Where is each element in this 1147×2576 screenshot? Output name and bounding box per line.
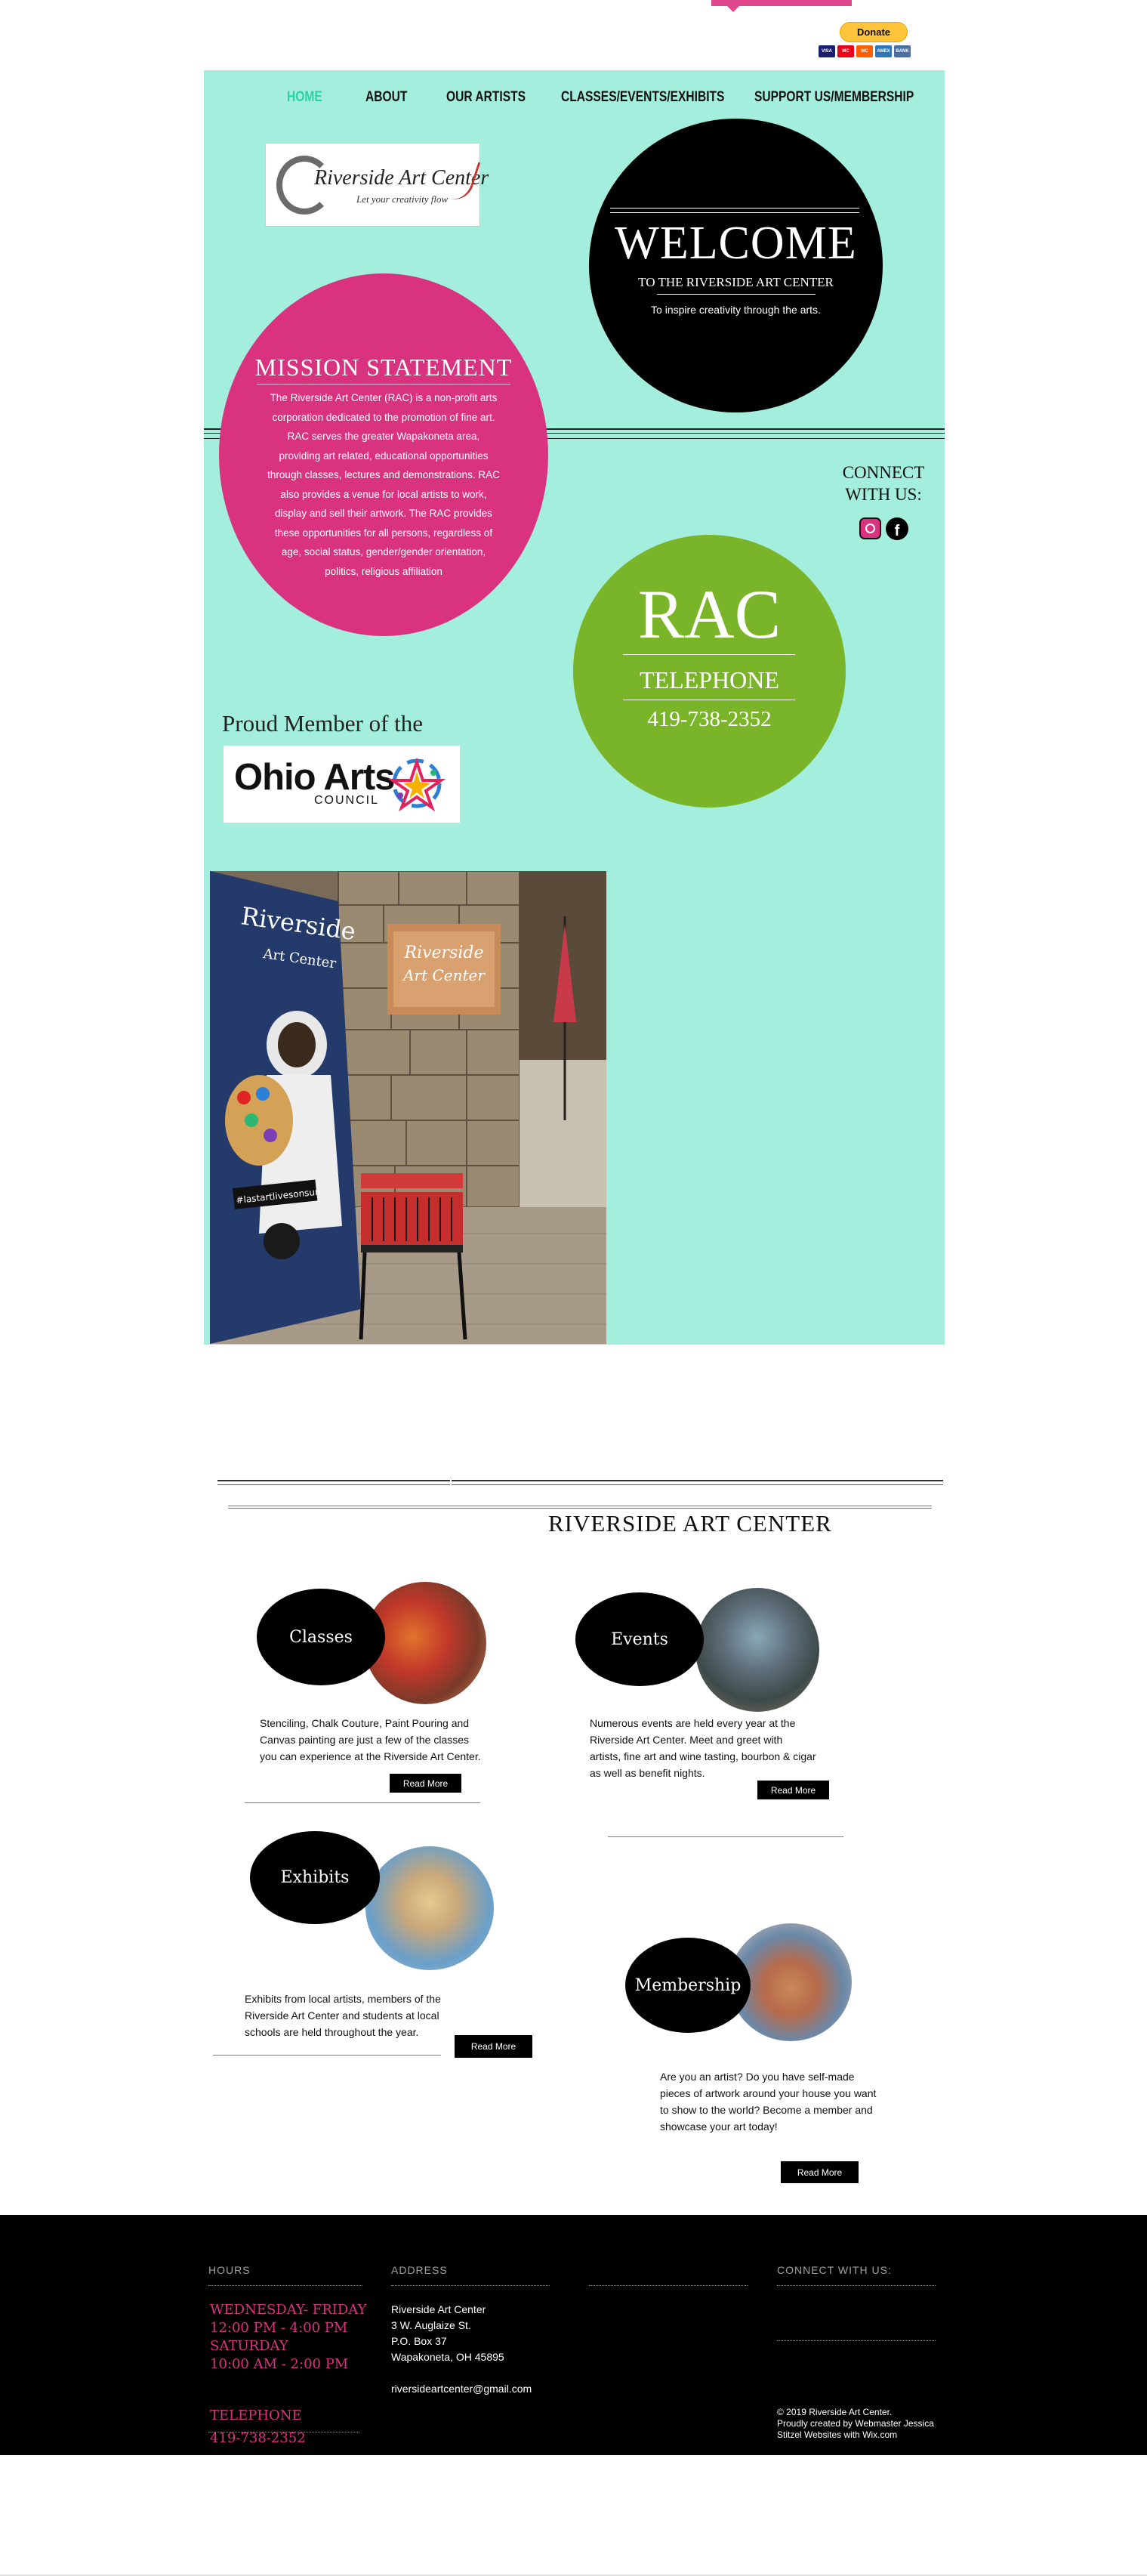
facebook-icon[interactable]: f	[886, 517, 908, 540]
oac-star-icon	[388, 757, 446, 812]
proud-member-text: Proud Member of the	[222, 710, 424, 737]
divider-line	[213, 2055, 441, 2056]
top-pink-tab-pointer	[727, 6, 739, 12]
divider-line	[245, 1802, 480, 1803]
classes-label[interactable]: Classes	[257, 1589, 385, 1685]
divider-line	[217, 1480, 450, 1481]
footer-address-heading: ADDRESS	[391, 2264, 448, 2276]
bank-card-icon: BANK	[894, 45, 911, 57]
exhibits-label[interactable]: Exhibits	[250, 1831, 380, 1924]
divider-line	[452, 1480, 943, 1481]
welcome-subtitle: TO THE RIVERSIDE ART CENTER	[638, 275, 834, 289]
donate-button[interactable]: Donate	[840, 22, 908, 42]
rac-phone-number[interactable]: 419-738-2352	[573, 707, 846, 732]
footer-telephone-heading: TELEPHONE	[210, 2408, 302, 2423]
exhibits-read-more-button[interactable]: Read More	[455, 2035, 532, 2058]
logo-tagline: Let your creativity flow	[356, 193, 449, 205]
footer-address-line4: Wapakoneta, OH 45895	[391, 2351, 504, 2363]
site-logo[interactable]: Riverside Art Center Let your creativity…	[265, 143, 489, 227]
payment-cards: VISA MC MC AMEX BANK	[819, 45, 933, 59]
footer-hours-line1: WEDNESDAY- FRIDAY	[210, 2302, 367, 2318]
visa-card-icon: VISA	[819, 45, 835, 57]
footer-copyright-line1: © 2019 Riverside Art Center.	[777, 2407, 893, 2417]
footer-hours-heading: HOURS	[208, 2264, 251, 2276]
divider-line	[217, 1484, 450, 1485]
footer-email[interactable]: riversideartcenter@gmail.com	[391, 2381, 532, 2397]
footer	[0, 2215, 1147, 2455]
main-nav: HOME ABOUT OUR ARTISTS CLASSES/EVENTS/EX…	[204, 82, 945, 112]
amex-card-icon: AMEX	[875, 45, 892, 57]
footer-divider	[208, 2285, 362, 2286]
footer-hours-line4: 10:00 AM - 2:00 PM	[210, 2356, 349, 2372]
divider-line	[608, 1836, 843, 1837]
rac-title: RAC	[637, 576, 782, 653]
footer-divider	[777, 2340, 936, 2341]
membership-read-more-button[interactable]: Read More	[781, 2161, 859, 2183]
mission-text: The Riverside Art Center (RAC) is a non-…	[267, 392, 500, 577]
welcome-text: To inspire creativity through the arts.	[651, 304, 821, 316]
events-read-more-button[interactable]: Read More	[757, 1781, 829, 1799]
mission-title: MISSION STATEMENT	[254, 354, 513, 381]
section-title: RIVERSIDE ART CENTER	[548, 1510, 832, 1537]
welcome-circle: WELCOME TO THE RIVERSIDE ART CENTER To i…	[589, 119, 883, 412]
footer-copyright-line2: Proudly created by Webmaster Jessica	[777, 2418, 934, 2429]
nav-item-about[interactable]: ABOUT	[365, 89, 407, 106]
rac-telephone-label: TELEPHONE	[640, 666, 779, 693]
photo-banner-sub: Art Center	[402, 966, 486, 984]
classes-text: Stenciling, Chalk Couture, Paint Pouring…	[260, 1717, 481, 1762]
mission-circle: MISSION STATEMENT The Riverside Art Cent…	[219, 273, 548, 636]
nav-item-support-membership[interactable]: SUPPORT US/MEMBERSHIP	[754, 89, 914, 106]
oac-name: Ohio Arts	[234, 757, 395, 798]
footer-address-line1: Riverside Art Center	[391, 2303, 486, 2315]
oac-sub: COUNCIL	[314, 794, 380, 807]
footer-connect-heading: CONNECT WITH US:	[777, 2264, 892, 2276]
exhibits-image	[365, 1846, 494, 1970]
top-pink-tab[interactable]	[711, 0, 852, 6]
footer-address-line3: P.O. Box 37	[391, 2335, 447, 2347]
footer-copyright-line3[interactable]: Stitzel Websites with Wix.com	[777, 2429, 897, 2441]
nav-item-our-artists[interactable]: OUR ARTISTS	[446, 89, 526, 106]
divider-line	[228, 1508, 932, 1509]
photo-illustration: Riverside Art Center Riverside Art Cente…	[210, 871, 606, 1344]
maestro-card-icon: MC	[856, 45, 873, 57]
events-text: Numerous events are held every year at t…	[590, 1717, 816, 1779]
art-center-photo: Riverside Art Center Riverside Art Cente…	[210, 871, 606, 1344]
ohio-arts-council-logo[interactable]: Ohio Arts COUNCIL	[224, 746, 460, 823]
photo-banner-title: Riverside	[404, 944, 484, 962]
instagram-icon[interactable]	[859, 517, 881, 539]
footer-hours-line2: 12:00 PM - 4:00 PM	[210, 2320, 348, 2336]
exhibits-text: Exhibits from local artists, members of …	[245, 1993, 441, 2038]
events-image	[695, 1588, 819, 1712]
footer-hours-line3: SATURDAY	[210, 2338, 288, 2354]
welcome-title: WELCOME	[615, 218, 857, 269]
footer-divider	[589, 2285, 748, 2286]
footer-address-line2: 3 W. Auglaize St.	[391, 2319, 471, 2331]
rac-circle: RAC TELEPHONE 419-738-2352	[573, 535, 846, 808]
connect-label: CONNECT WITH US:	[842, 463, 925, 504]
nav-item-classes-events-exhibits[interactable]: CLASSES/EVENTS/EXHIBITS	[561, 89, 724, 106]
footer-telephone[interactable]: 419-738-2352	[210, 2429, 306, 2448]
nav-item-home[interactable]: HOME	[287, 89, 322, 106]
divider-line	[452, 1484, 943, 1485]
footer-divider	[391, 2285, 550, 2286]
mastercard-icon: MC	[837, 45, 854, 57]
classes-read-more-button[interactable]: Read More	[390, 1774, 461, 1793]
footer-divider	[777, 2285, 936, 2286]
membership-text: Are you an artist? Do you have self-made…	[660, 2071, 877, 2133]
membership-label[interactable]: Membership	[625, 1938, 751, 2033]
events-label[interactable]: Events	[575, 1592, 704, 1686]
